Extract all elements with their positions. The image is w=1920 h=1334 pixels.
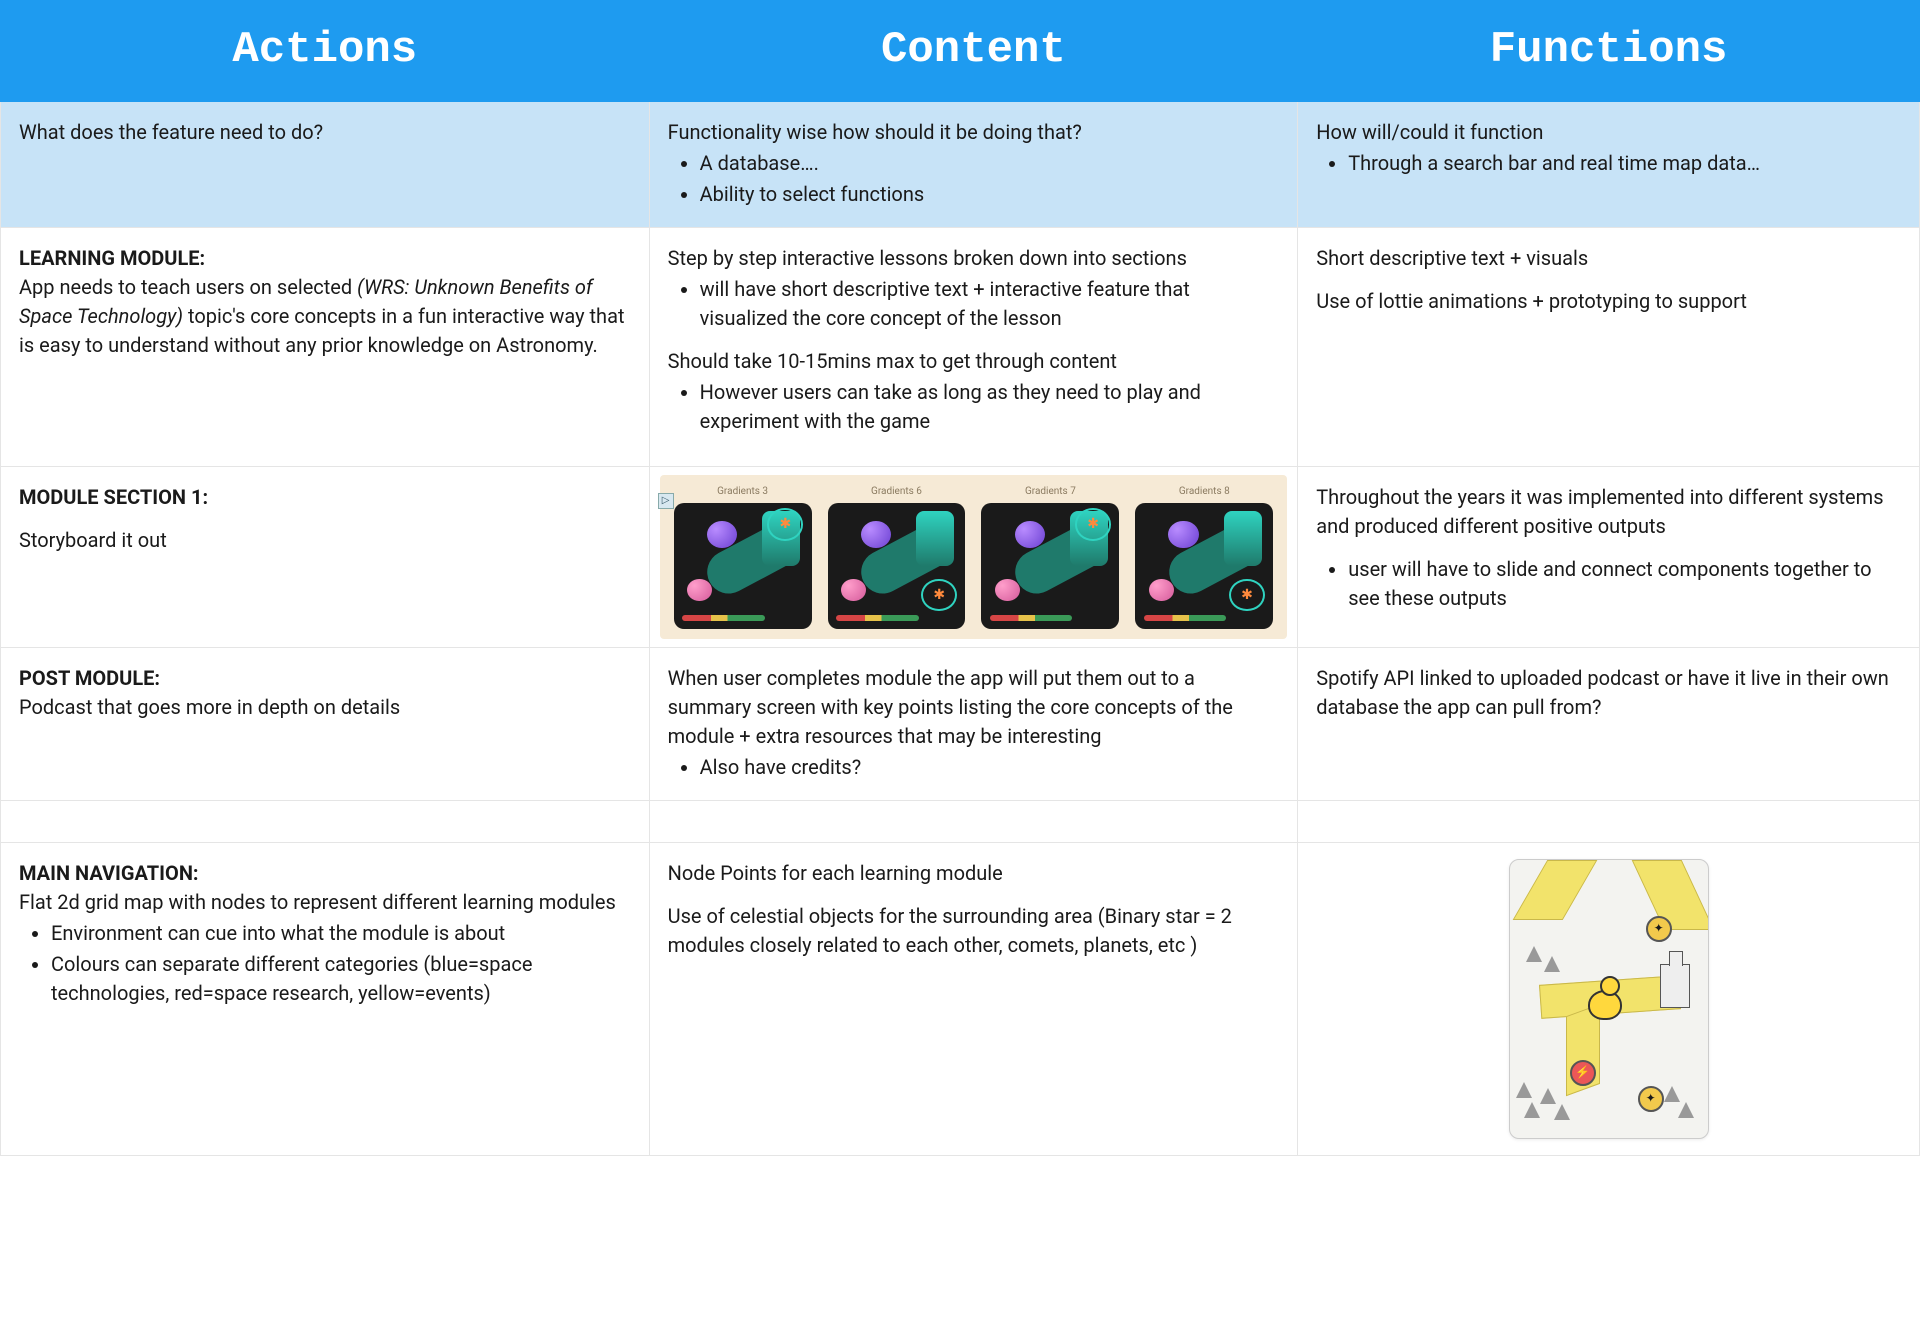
character-icon (1586, 980, 1626, 1020)
subheader-functions-intro: How will/could it function (1316, 120, 1543, 144)
spacer-cell (1, 800, 650, 842)
content-p1: Step by step interactive lessons broken … (668, 246, 1187, 270)
functions-p: Spotify API linked to uploaded podcast o… (1316, 666, 1889, 719)
cell-content: When user completes module the app will … (649, 647, 1298, 800)
gradient-label: Gradients 8 (1179, 485, 1230, 500)
subheader-content-item: Ability to select functions (700, 180, 1280, 209)
subheader-content: Functionality wise how should it be doin… (649, 101, 1298, 227)
row-title: MAIN NAVIGATION: (19, 859, 631, 888)
gradient-tile: ✱ (981, 503, 1119, 628)
spacer-cell (649, 800, 1298, 842)
row-title: LEARNING MODULE: (19, 244, 631, 273)
content-p2: Use of celestial objects for the surroun… (668, 902, 1280, 960)
spacer-cell (1298, 800, 1920, 842)
gradient-label: Gradients 3 (717, 485, 768, 500)
cell-actions: POST MODULE: Podcast that goes more in d… (1, 647, 650, 800)
gradient-card: Gradients 3 ✱ (674, 485, 812, 629)
cell-functions: ✦ ⚡ ✦ (1298, 842, 1920, 1155)
content-block: Should take 10-15mins max to get through… (668, 347, 1280, 436)
subheader-functions-item: Through a search bar and real time map d… (1348, 149, 1901, 178)
content-bullet: However users can take as long as they n… (700, 378, 1280, 436)
content-p2: Should take 10-15mins max to get through… (668, 349, 1117, 373)
row-body: Flat 2d grid map with nodes to represent… (19, 888, 631, 917)
content-p1: Node Points for each learning module (668, 859, 1280, 888)
subheader-functions: How will/could it function Through a sea… (1298, 101, 1920, 227)
cell-content: ▷ Gradients 3 ✱ Gradients 6 ✱ Gradients … (649, 466, 1298, 647)
content-bullet: will have short descriptive text + inter… (700, 275, 1280, 333)
subheader-content-list: A database…. Ability to select functions (668, 149, 1280, 209)
subheader-content-item: A database…. (700, 149, 1280, 178)
castle-icon (1660, 964, 1690, 1008)
gradient-tile: ✱ (828, 503, 966, 628)
gradient-card: Gradients 6 ✱ (828, 485, 966, 629)
spacer-row (1, 800, 1920, 842)
actions-bullet: Colours can separate different categorie… (51, 950, 631, 1008)
cell-actions: MAIN NAVIGATION: Flat 2d grid map with n… (1, 842, 650, 1155)
map-illustration: ✦ ⚡ ✦ (1509, 859, 1709, 1139)
row-body: Storyboard it out (19, 526, 631, 555)
map-node-icon: ⚡ (1570, 1060, 1596, 1086)
col-header-actions: Actions (1, 1, 650, 102)
cell-content: Node Points for each learning module Use… (649, 842, 1298, 1155)
row-title: MODULE SECTION 1: (19, 483, 631, 512)
row-post-module: POST MODULE: Podcast that goes more in d… (1, 647, 1920, 800)
subheader-actions-text: What does the feature need to do? (19, 120, 323, 144)
text-pre: App needs to teach users on selected (19, 275, 357, 299)
functions-p1: Short descriptive text + visuals (1316, 244, 1901, 273)
gradient-label: Gradients 7 (1025, 485, 1076, 500)
feature-spec-table: Actions Content Functions What does the … (0, 0, 1920, 1156)
cell-functions: Spotify API linked to uploaded podcast o… (1298, 647, 1920, 800)
row-learning-module: LEARNING MODULE: App needs to teach user… (1, 227, 1920, 466)
col-header-functions: Functions (1298, 1, 1920, 102)
cell-actions: LEARNING MODULE: App needs to teach user… (1, 227, 650, 466)
table-header-row: Actions Content Functions (1, 1, 1920, 102)
gradient-card: Gradients 7 ✱ (981, 485, 1119, 629)
gradient-tile: ✱ (674, 503, 812, 628)
subheader-actions: What does the feature need to do? (1, 101, 650, 227)
cell-actions: MODULE SECTION 1: Storyboard it out (1, 466, 650, 647)
gradient-tile: ✱ (1135, 503, 1273, 628)
row-body: App needs to teach users on selected (WR… (19, 273, 631, 360)
content-block: Step by step interactive lessons broken … (668, 244, 1280, 333)
map-node-icon: ✦ (1646, 916, 1672, 942)
play-icon[interactable]: ▷ (658, 493, 674, 509)
cell-functions: Throughout the years it was implemented … (1298, 466, 1920, 647)
row-main-navigation: MAIN NAVIGATION: Flat 2d grid map with n… (1, 842, 1920, 1155)
gradient-card: Gradients 8 ✱ (1135, 485, 1273, 629)
subheader-content-intro: Functionality wise how should it be doin… (668, 120, 1082, 144)
row-body: Podcast that goes more in depth on detai… (19, 693, 631, 722)
functions-p1: Throughout the years it was implemented … (1316, 483, 1901, 541)
gradients-preview: ▷ Gradients 3 ✱ Gradients 6 ✱ Gradients … (660, 475, 1288, 639)
functions-bullet: user will have to slide and connect comp… (1348, 555, 1901, 613)
subheader-functions-list: Through a search bar and real time map d… (1316, 149, 1901, 178)
col-header-content: Content (649, 1, 1298, 102)
cell-content: Step by step interactive lessons broken … (649, 227, 1298, 466)
functions-p2: Use of lottie animations + prototyping t… (1316, 287, 1901, 316)
map-node-icon: ✦ (1638, 1086, 1664, 1112)
gradient-label: Gradients 6 (871, 485, 922, 500)
content-bullet: Also have credits? (700, 753, 1280, 782)
content-p: When user completes module the app will … (668, 666, 1233, 748)
table-subheader-row: What does the feature need to do? Functi… (1, 101, 1920, 227)
row-module-section-1: MODULE SECTION 1: Storyboard it out ▷ Gr… (1, 466, 1920, 647)
row-title: POST MODULE: (19, 664, 631, 693)
actions-bullet: Environment can cue into what the module… (51, 919, 631, 948)
cell-functions: Short descriptive text + visuals Use of … (1298, 227, 1920, 466)
